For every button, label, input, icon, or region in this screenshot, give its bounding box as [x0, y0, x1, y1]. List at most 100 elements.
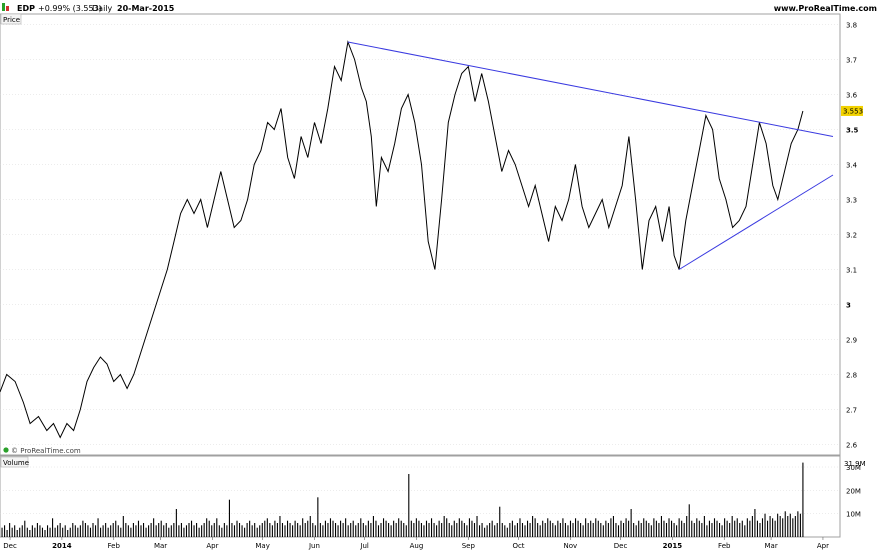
- volume-bar: [14, 525, 16, 537]
- volume-bar: [340, 520, 342, 537]
- volume-bar: [309, 516, 311, 537]
- symbol-label: EDP: [17, 4, 35, 13]
- volume-bar: [89, 527, 92, 537]
- volume-bar: [769, 516, 771, 537]
- volume-bar: [26, 527, 28, 537]
- price-y-tick: 3.5: [846, 127, 859, 135]
- volume-bar: [362, 523, 364, 537]
- x-tick-label: Oct: [512, 542, 524, 550]
- volume-bar: [375, 520, 377, 537]
- volume-bar: [413, 523, 415, 537]
- volume-bar: [532, 516, 534, 537]
- volume-bar: [44, 530, 46, 537]
- volume-bar: [446, 518, 448, 537]
- volume-bar: [777, 513, 779, 537]
- volume-bar: [501, 523, 503, 537]
- volume-bar: [208, 520, 210, 537]
- volume-bar: [673, 523, 675, 537]
- volume-bar: [329, 518, 332, 537]
- volume-bar: [266, 518, 268, 537]
- volume-bar: [251, 525, 253, 537]
- volume-bar: [509, 523, 511, 537]
- volume-bar: [711, 523, 713, 537]
- volume-bar: [688, 504, 690, 537]
- volume-bar: [183, 527, 185, 537]
- volume-bar: [802, 462, 804, 537]
- x-tick-label: Sep: [462, 542, 476, 550]
- volume-bar: [64, 525, 66, 537]
- volume-bar: [645, 520, 647, 537]
- volume-bar: [29, 530, 31, 537]
- last-volume-label: 31.9M: [844, 460, 866, 468]
- volume-bar: [787, 516, 789, 537]
- last-price-label: 3.553: [843, 107, 863, 115]
- volume-bar: [595, 518, 597, 537]
- volume-bar: [206, 518, 208, 537]
- volume-bar: [314, 525, 316, 537]
- volume-bar: [761, 518, 764, 537]
- volume-bar: [504, 525, 506, 537]
- volume-bar: [471, 520, 473, 537]
- volume-bar: [569, 520, 572, 537]
- x-tick-label: Aug: [410, 542, 424, 550]
- volume-bar: [658, 523, 660, 537]
- volume-bar: [211, 525, 213, 537]
- volume-bar: [739, 523, 741, 537]
- volume-bar: [478, 525, 481, 537]
- volume-bar: [150, 523, 152, 537]
- volume-bar: [789, 513, 791, 537]
- volume-bar: [698, 520, 700, 537]
- volume-bar: [342, 523, 344, 537]
- x-tick-label: Dec: [614, 542, 628, 550]
- watermark-icon: [3, 447, 9, 453]
- volume-bar: [721, 525, 723, 537]
- volume-bar: [84, 523, 86, 537]
- volume-bar: [334, 523, 337, 537]
- volume-bar: [236, 520, 238, 537]
- volume-bar: [420, 523, 422, 537]
- volume-bar: [797, 511, 799, 537]
- volume-bar: [691, 520, 693, 537]
- volume-bar: [496, 523, 498, 537]
- volume-bar: [655, 520, 657, 537]
- volume-bar: [799, 513, 801, 537]
- volume-bar: [600, 523, 602, 537]
- volume-bar: [511, 520, 513, 537]
- volume-bar: [544, 523, 546, 537]
- volume-bar: [736, 518, 738, 537]
- volume-bar: [410, 520, 412, 537]
- x-tick-label: Jun: [308, 542, 320, 550]
- volume-bar: [542, 520, 544, 537]
- volume-bar: [489, 523, 491, 537]
- x-tick-label: Jul: [359, 542, 369, 550]
- volume-bar: [567, 525, 569, 537]
- volume-bar: [286, 520, 289, 537]
- volume-bar: [393, 520, 395, 537]
- volume-bar: [729, 523, 731, 537]
- volume-bar: [623, 523, 625, 537]
- volume-bar: [436, 525, 438, 537]
- volume-bar: [120, 527, 122, 537]
- volume-bar: [516, 523, 518, 537]
- price-y-tick: 3.8: [846, 22, 857, 30]
- volume-bar: [782, 518, 784, 537]
- x-tick-label: Dec: [3, 542, 17, 550]
- volume-bar: [443, 516, 445, 537]
- volume-bar: [784, 511, 786, 537]
- volume-bar: [559, 523, 561, 537]
- price-y-tick: 2.9: [846, 337, 857, 345]
- volume-bar: [549, 520, 551, 537]
- volume-bar: [193, 525, 195, 537]
- volume-bar: [602, 525, 604, 537]
- volume-bar: [395, 523, 397, 537]
- volume-bar: [115, 520, 117, 537]
- volume-bar: [170, 525, 172, 537]
- volume-bar: [370, 523, 372, 537]
- volume-bar: [585, 518, 587, 537]
- volume-bar: [238, 523, 241, 537]
- x-tick-label: Feb: [108, 542, 121, 550]
- volume-bar: [324, 520, 326, 537]
- volume-bar: [524, 525, 526, 537]
- volume-bar: [347, 525, 349, 537]
- volume-bar: [539, 525, 541, 537]
